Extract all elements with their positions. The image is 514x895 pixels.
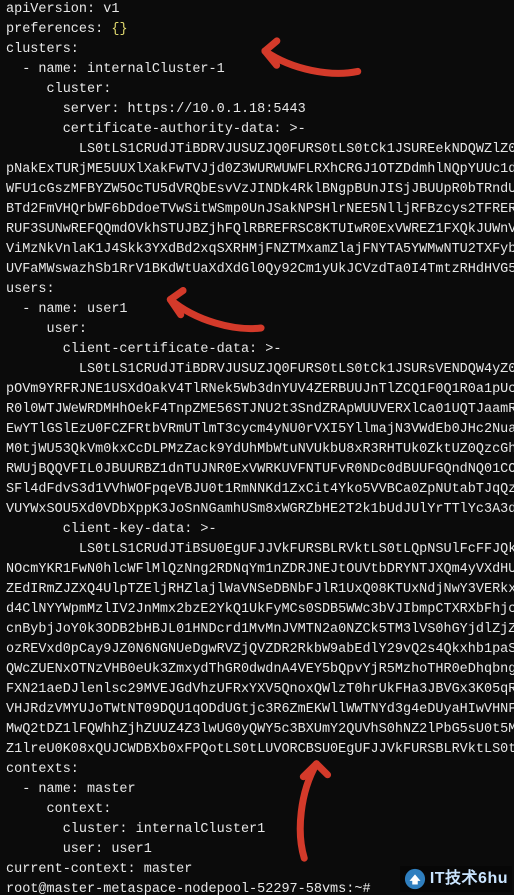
terminal-line: pOVm9YRFRJNE1USXdOakV4TlRNek5Wb3dnYUV4ZE…: [6, 380, 514, 400]
terminal-line: Z1lreU0K08xQUJCWDBXb0xFPQotLS0tLUVORCBSU…: [6, 740, 514, 760]
terminal-line: MwQ2tDZ1lFQWhhZjhZUUZ4Z3lwUG0yQWY5c3BXUm…: [6, 720, 514, 740]
terminal-line: user:: [6, 320, 514, 340]
terminal-line: VUYWxSOU5Xd0VDbXppK3JoSnNGamhUSm8xWGRZbH…: [6, 500, 514, 520]
terminal-line: - name: user1: [6, 300, 514, 320]
terminal-line: RWUjBQQVFIL0JBUURBZ1dnTUJNR0ExVWRKUVFNTU…: [6, 460, 514, 480]
terminal-line: preferences: {}: [6, 20, 514, 40]
terminal-line: certificate-authority-data: >-: [6, 120, 514, 140]
terminal-line: NOcmYKR1FwN0hlcWFlMlQzNng2RDNqYm1nZDRJNE…: [6, 560, 514, 580]
terminal-line: LS0tLS1CRUdJTiBDRVJUSUZJQ0FURS0tLS0tCk1J…: [6, 140, 514, 160]
terminal-line: M0tjWU53QkVm0kxCcDLPMzZack9YdUhMbWtuNVUk…: [6, 440, 514, 460]
terminal-line: d4ClNYYWpmMzlIV2JnMmx2bzE2YkQ1UkFyMCs0SD…: [6, 600, 514, 620]
watermark-icon: [404, 868, 426, 890]
terminal-line: context:: [6, 800, 514, 820]
terminal-line: cnBybjJoY0k3ODB2bHBJL01HNDcrd1MvMnJVMTN2…: [6, 620, 514, 640]
terminal-line: UVFaMWswazhSb1RrV1BKdWtUaXdXdGl0Qy92Cm1y…: [6, 260, 514, 280]
terminal-line: LS0tLS1CRUdJTiBSU0EgUFJJVkFURSBLRVktLS0t…: [6, 540, 514, 560]
terminal-line: RUF3SUNwREFQQmdOVkhSTUJBZjhFQlRBREFRSC8K…: [6, 220, 514, 240]
terminal-line: SFl4dFdvS3d1VVhWOFpqeVBJU0t1RmNNKd1ZxCit…: [6, 480, 514, 500]
terminal-line: contexts:: [6, 760, 514, 780]
terminal-line: ZEdIRmZJZXQ4UlpTZEljRHZlajlWaVNSeDBNbFJl…: [6, 580, 514, 600]
terminal-line: - name: internalCluster-1: [6, 60, 514, 80]
terminal-line: client-certificate-data: >-: [6, 340, 514, 360]
watermark-text: IT技术6hu: [430, 869, 508, 889]
terminal-line: VHJRdzVMYUJoTWtNT09DQU1qODdUGtjc3R6ZmEKW…: [6, 700, 514, 720]
terminal-line: clusters:: [6, 40, 514, 60]
terminal-line: LS0tLS1CRUdJTiBDRVJUSUZJQ0FURS0tLS0tCk1J…: [6, 360, 514, 380]
terminal-line: EwYTlGSlEzU0FCZFRtbVRmUTlmT3cycm4yNU0rVX…: [6, 420, 514, 440]
terminal-line: user: user1: [6, 840, 514, 860]
terminal-line: server: https://10.0.1.18:5443: [6, 100, 514, 120]
terminal-line: client-key-data: >-: [6, 520, 514, 540]
terminal-line: cluster: internalCluster1: [6, 820, 514, 840]
terminal-line: apiVersion: v1: [6, 0, 514, 20]
terminal-line: WFU1cGszMFBYZW5OcTU5dVRQbEsvVzJINDk4RklB…: [6, 180, 514, 200]
terminal-line: cluster:: [6, 80, 514, 100]
terminal-line: BTd2FmVHQrbWF6bDdoeTVwSitWSmp0UnJSakNPSH…: [6, 200, 514, 220]
terminal-line: users:: [6, 280, 514, 300]
terminal-line: pNakExTURjME5UUXlXakFwTVJjd0Z3WURWUWFLRX…: [6, 160, 514, 180]
terminal-line: FXN21aeDJlenlsc29MVEJGdVhzUFRxYXV5QnoxQW…: [6, 680, 514, 700]
watermark: IT技术6hu: [400, 866, 512, 892]
terminal-line: ozREVxd0pCay9JZ0N6NGNUeDgwRVZjQVZDR2RkbW…: [6, 640, 514, 660]
terminal-line: R0l0WTJWeWRDMHhOekF4TnpZME56STJNU2t3SndZ…: [6, 400, 514, 420]
terminal-line: QWcZUENxOTNzVHB0eUk3ZmxydThGR0dwdnA4VEY5…: [6, 660, 514, 680]
terminal-line: ViMzNkVnlaK1J4Skk3YXdBd2xqSXRHMjFNZTMxam…: [6, 240, 514, 260]
terminal-line: - name: master: [6, 780, 514, 800]
terminal-output: apiVersion: v1preferences: {}clusters: -…: [6, 0, 514, 895]
